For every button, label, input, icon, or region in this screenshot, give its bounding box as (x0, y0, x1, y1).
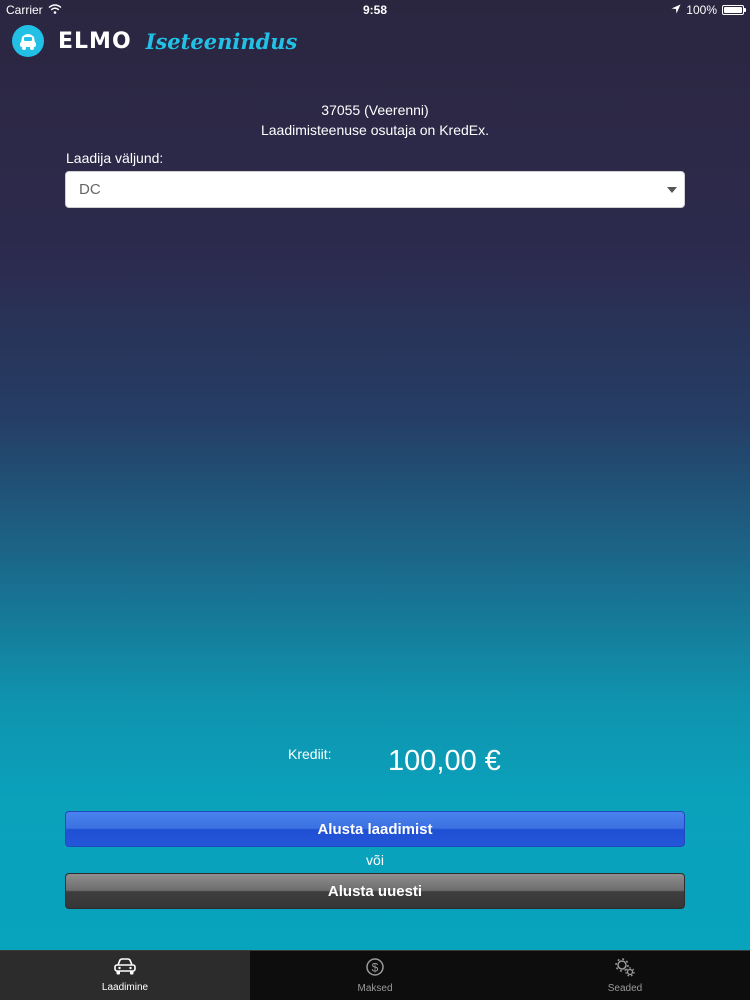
provider-note: Laadimisteenuse osutaja on KredEx. (260, 122, 490, 138)
brand-subtitle: Iseteenindus (145, 28, 298, 54)
tab-laadimine[interactable]: Laadimine (0, 951, 250, 1000)
gears-icon (614, 957, 636, 983)
connector-label: Laadija väljund: (66, 150, 164, 166)
app-header: ELMO Iseteenindus (12, 24, 297, 58)
restart-button[interactable]: Alusta uuesti (65, 873, 685, 909)
connector-selected-value: DC (79, 181, 101, 198)
battery-level (724, 7, 742, 13)
credit-label: Krediit: (288, 746, 332, 762)
tab-label: Maksed (357, 983, 393, 994)
status-right: 100% (671, 3, 746, 17)
status-bar: Carrier 9:58 100% (0, 0, 750, 20)
battery-percent: 100% (686, 3, 717, 17)
brand-name: ELMO (58, 28, 132, 54)
tab-maksed[interactable]: $ Maksed (250, 951, 500, 1000)
station-info: 37055 (Veerenni) Laadimisteenuse osutaja… (0, 100, 750, 140)
dropdown-arrow-icon (667, 187, 677, 193)
svg-text:$: $ (372, 961, 379, 975)
battery-icon (722, 5, 746, 15)
credit-value: 100,00 € (388, 745, 501, 777)
station-name: 37055 (Veerenni) (321, 102, 429, 118)
or-label: või (366, 852, 384, 868)
start-charging-button[interactable]: Alusta laadimist (65, 811, 685, 847)
tab-label: Laadimine (101, 982, 149, 993)
connector-select[interactable]: DC (65, 171, 685, 208)
dollar-icon: $ (365, 957, 385, 983)
status-time: 9:58 (362, 3, 388, 17)
car-icon (113, 958, 137, 982)
tab-label: Seaded (607, 983, 643, 994)
tab-bar: Laadimine $ Maksed Seaded (0, 950, 750, 1000)
location-arrow-icon (671, 3, 681, 17)
elmo-logo-icon (12, 25, 44, 57)
tab-seaded[interactable]: Seaded (500, 951, 750, 1000)
